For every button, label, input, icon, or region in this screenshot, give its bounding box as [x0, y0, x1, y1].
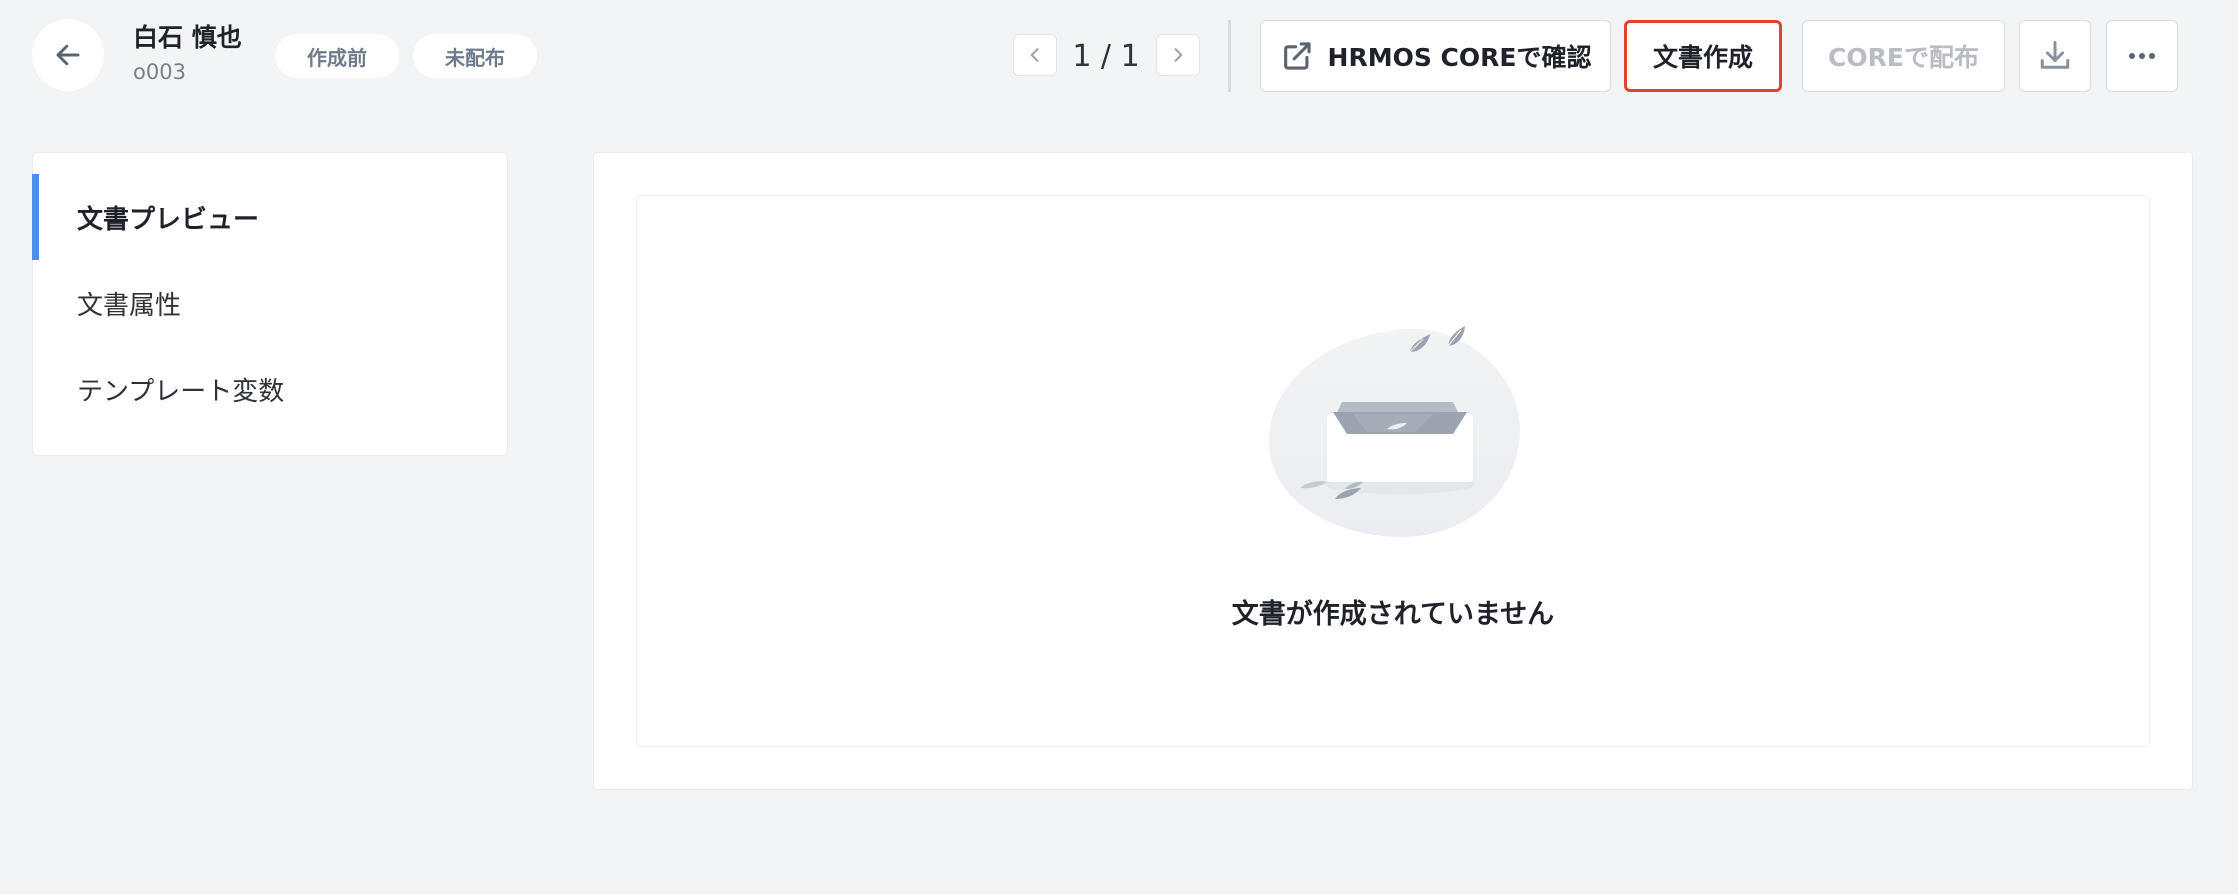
- status-badge-distribution: 未配布: [413, 34, 537, 78]
- employee-id: o003: [133, 60, 186, 84]
- chevron-right-icon: [1174, 48, 1183, 62]
- download-icon: [2040, 41, 2070, 69]
- external-link-icon: [1283, 42, 1311, 70]
- sidebar-item-document-preview[interactable]: 文書プレビュー: [32, 174, 507, 260]
- distribute-core-button[interactable]: COREで配布: [1802, 20, 2005, 92]
- page-indicator: 1 / 1: [1072, 38, 1140, 74]
- hrmos-core-confirm-label: HRMOS COREで確認: [1327, 43, 1592, 72]
- status-badge-creation: 作成前: [275, 34, 399, 78]
- more-options-button[interactable]: [2106, 20, 2178, 92]
- sidebar-item-template-variables[interactable]: テンプレート変数: [33, 346, 507, 432]
- create-document-button[interactable]: 文書作成: [1624, 20, 1782, 92]
- back-button[interactable]: [32, 19, 104, 91]
- download-button[interactable]: [2019, 20, 2091, 92]
- empty-box-illustration: [1268, 326, 1520, 538]
- hrmos-core-confirm-button[interactable]: HRMOS COREで確認: [1260, 20, 1611, 92]
- prev-page-button[interactable]: [1013, 34, 1057, 76]
- more-horizontal-icon: [2129, 53, 2155, 59]
- employee-name: 白石 慎也: [133, 23, 242, 52]
- arrow-left-icon: [56, 44, 80, 66]
- sidebar-item-document-attributes[interactable]: 文書属性: [33, 260, 507, 346]
- toolbar-divider: [1228, 20, 1231, 92]
- empty-state-message: 文書が作成されていません: [1231, 599, 1555, 630]
- chevron-left-icon: [1030, 48, 1039, 62]
- sidebar-nav: 文書プレビュー 文書属性 テンプレート変数: [32, 152, 508, 456]
- next-page-button[interactable]: [1156, 34, 1200, 76]
